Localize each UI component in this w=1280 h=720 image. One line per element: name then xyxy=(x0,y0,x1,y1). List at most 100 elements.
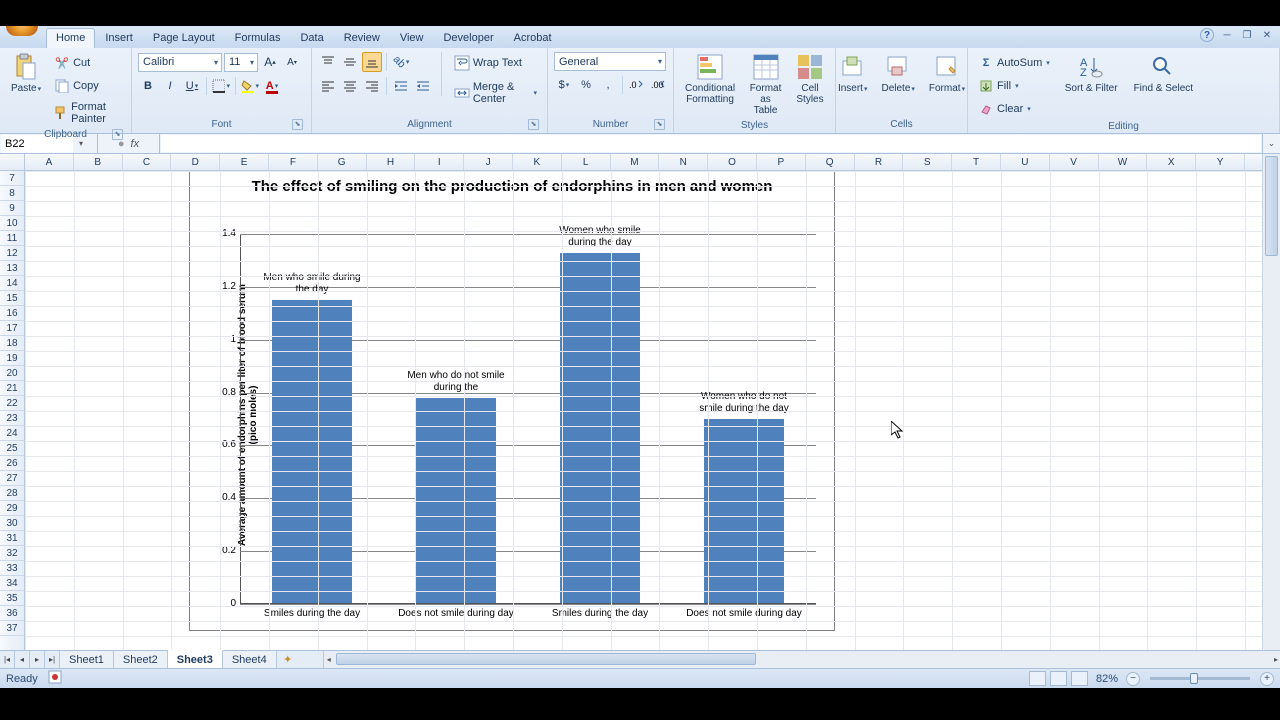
increase-indent-button[interactable] xyxy=(413,76,433,96)
embedded-chart[interactable]: The effect of smiling on the production … xyxy=(189,171,835,631)
row-header[interactable]: 22 xyxy=(0,396,24,411)
format-painter-button[interactable]: Format Painter xyxy=(50,98,125,128)
row-header[interactable]: 29 xyxy=(0,501,24,516)
align-top-button[interactable] xyxy=(318,52,338,72)
row-header[interactable]: 33 xyxy=(0,561,24,576)
zoom-in-button[interactable]: + xyxy=(1260,672,1274,686)
column-header[interactable]: L xyxy=(562,154,611,170)
row-header[interactable]: 7 xyxy=(0,171,24,186)
number-launcher[interactable]: ⬊ xyxy=(654,119,665,130)
cut-button[interactable]: ✂️Cut xyxy=(50,52,125,74)
cell-styles-button[interactable]: Cell Styles xyxy=(791,50,829,108)
column-header[interactable]: C xyxy=(123,154,172,170)
select-all-corner[interactable] xyxy=(0,154,25,171)
close-icon[interactable]: ✕ xyxy=(1260,28,1274,42)
row-header[interactable]: 11 xyxy=(0,231,24,246)
tab-acrobat[interactable]: Acrobat xyxy=(504,28,562,48)
row-header[interactable]: 26 xyxy=(0,456,24,471)
page-layout-view-button[interactable] xyxy=(1050,671,1067,686)
office-button[interactable] xyxy=(6,26,38,36)
font-color-button[interactable]: A▾ xyxy=(262,76,282,96)
increase-decimal-button[interactable]: .0 xyxy=(627,75,647,95)
tab-review[interactable]: Review xyxy=(334,28,390,48)
tab-data[interactable]: Data xyxy=(290,28,333,48)
currency-button[interactable]: $▾ xyxy=(554,75,574,95)
row-header[interactable]: 15 xyxy=(0,291,24,306)
row-header[interactable]: 25 xyxy=(0,441,24,456)
column-header[interactable]: X xyxy=(1147,154,1196,170)
wrap-text-button[interactable]: Wrap Text xyxy=(450,52,541,74)
font-name-select[interactable]: Calibri▾ xyxy=(138,53,222,72)
column-header[interactable]: Q xyxy=(806,154,855,170)
new-sheet-button[interactable]: ✦ xyxy=(277,651,299,668)
fill-button[interactable]: Fill▾ xyxy=(974,75,1054,97)
bold-button[interactable]: B xyxy=(138,76,158,96)
conditional-formatting-button[interactable]: Conditional Formatting xyxy=(680,50,740,108)
tab-page-layout[interactable]: Page Layout xyxy=(143,28,225,48)
row-header[interactable]: 18 xyxy=(0,336,24,351)
vertical-scrollbar[interactable] xyxy=(1262,154,1280,650)
row-header[interactable]: 32 xyxy=(0,546,24,561)
grow-font-button[interactable]: A▴ xyxy=(260,52,280,72)
row-header[interactable]: 35 xyxy=(0,591,24,606)
sheet-tab-sheet3[interactable]: Sheet3 xyxy=(168,650,223,668)
column-header[interactable]: G xyxy=(318,154,367,170)
row-header[interactable]: 8 xyxy=(0,186,24,201)
paste-button[interactable]: Paste▾ xyxy=(6,50,46,98)
sheet-nav-prev[interactable]: ◂ xyxy=(15,651,30,668)
format-as-table-button[interactable]: Format as Table xyxy=(744,50,787,119)
minimize-icon[interactable]: ─ xyxy=(1220,28,1234,42)
row-header[interactable]: 21 xyxy=(0,381,24,396)
column-header[interactable]: D xyxy=(171,154,220,170)
format-cells-button[interactable]: Format▾ xyxy=(924,50,970,98)
column-header[interactable]: V xyxy=(1050,154,1099,170)
find-select-button[interactable]: Find & Select xyxy=(1129,50,1198,97)
row-header[interactable]: 27 xyxy=(0,471,24,486)
row-header[interactable]: 36 xyxy=(0,606,24,621)
underline-button[interactable]: U▾ xyxy=(182,76,202,96)
column-header[interactable]: N xyxy=(659,154,708,170)
align-center-button[interactable] xyxy=(340,76,360,96)
autosum-button[interactable]: ΣAutoSum▾ xyxy=(974,52,1054,74)
row-header[interactable]: 28 xyxy=(0,486,24,501)
font-launcher[interactable]: ⬊ xyxy=(292,119,303,130)
tab-view[interactable]: View xyxy=(390,28,434,48)
worksheet-grid[interactable]: ABCDEFGHIJKLMNOPQRSTUVWXY 78910111213141… xyxy=(0,154,1280,650)
tab-developer[interactable]: Developer xyxy=(433,28,503,48)
sheet-nav-first[interactable]: |◂ xyxy=(0,651,15,668)
decrease-decimal-button[interactable]: .00 xyxy=(649,75,669,95)
column-header[interactable]: J xyxy=(464,154,513,170)
copy-button[interactable]: Copy xyxy=(50,75,125,97)
clipboard-launcher[interactable]: ⬊ xyxy=(112,129,123,140)
align-middle-button[interactable] xyxy=(340,52,360,72)
sheet-nav-next[interactable]: ▸ xyxy=(30,651,45,668)
number-format-select[interactable]: General▾ xyxy=(554,52,666,71)
restore-icon[interactable]: ❐ xyxy=(1240,28,1254,42)
shrink-font-button[interactable]: A▾ xyxy=(282,52,302,72)
help-icon[interactable]: ? xyxy=(1200,28,1214,42)
row-header[interactable]: 9 xyxy=(0,201,24,216)
comma-button[interactable]: , xyxy=(598,75,618,95)
column-header[interactable]: T xyxy=(952,154,1001,170)
row-header[interactable]: 17 xyxy=(0,321,24,336)
column-header[interactable]: M xyxy=(611,154,660,170)
font-size-select[interactable]: 11▾ xyxy=(224,53,258,72)
column-header[interactable]: E xyxy=(220,154,269,170)
column-header[interactable]: H xyxy=(367,154,416,170)
column-header[interactable]: R xyxy=(855,154,904,170)
decrease-indent-button[interactable] xyxy=(391,76,411,96)
horizontal-scrollbar[interactable]: ◂ ▸ xyxy=(323,651,1280,668)
column-header[interactable]: K xyxy=(513,154,562,170)
column-header[interactable]: B xyxy=(74,154,123,170)
align-right-button[interactable] xyxy=(362,76,382,96)
sheet-tab-sheet1[interactable]: Sheet1 xyxy=(60,651,114,668)
percent-button[interactable]: % xyxy=(576,75,596,95)
align-bottom-button[interactable] xyxy=(362,52,382,72)
zoom-level[interactable]: 82% xyxy=(1096,673,1118,685)
border-button[interactable]: ▾ xyxy=(211,76,231,96)
page-break-view-button[interactable] xyxy=(1071,671,1088,686)
row-header[interactable]: 30 xyxy=(0,516,24,531)
merge-center-button[interactable]: Merge & Center▾ xyxy=(450,78,541,108)
column-header[interactable]: S xyxy=(903,154,952,170)
sort-filter-button[interactable]: AZSort & Filter xyxy=(1060,50,1123,97)
